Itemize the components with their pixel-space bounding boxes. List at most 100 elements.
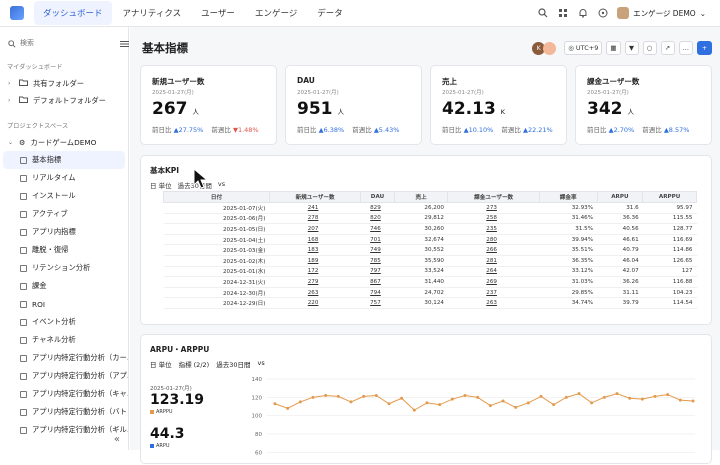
table-cell[interactable]: 867	[360, 276, 395, 288]
table-cell[interactable]: 273	[447, 202, 540, 214]
data-point[interactable]	[552, 403, 556, 407]
account-menu[interactable]: エンゲージ DEMO ⌄	[617, 7, 706, 19]
data-point[interactable]	[412, 408, 416, 412]
data-point[interactable]	[450, 397, 454, 401]
app-logo[interactable]	[10, 6, 24, 20]
data-point[interactable]	[349, 400, 353, 404]
nav-tab-users[interactable]: ユーザー	[192, 1, 244, 25]
data-point[interactable]	[298, 400, 302, 404]
column-header[interactable]: ARPU	[596, 191, 644, 203]
column-header[interactable]: 日付	[163, 191, 270, 203]
table-cell[interactable]: 266	[447, 244, 540, 256]
data-point[interactable]	[514, 405, 518, 409]
help-icon[interactable]	[597, 8, 608, 19]
data-point[interactable]	[564, 395, 568, 399]
table-cell[interactable]: 278	[269, 213, 361, 225]
column-header[interactable]: ARPPU	[642, 191, 697, 203]
sidebar-item[interactable]: イベント分析	[0, 313, 128, 331]
data-point[interactable]	[476, 395, 480, 399]
grid-icon[interactable]	[557, 8, 568, 19]
table-cell[interactable]: 183	[269, 244, 361, 256]
table-cell[interactable]: 172	[269, 266, 361, 278]
data-point[interactable]	[425, 401, 429, 405]
sidebar-item[interactable]: リテンション分析	[0, 259, 128, 277]
refresh-button[interactable]: ○	[642, 41, 657, 55]
filter-settings-icon[interactable]	[120, 33, 129, 52]
sidebar-item[interactable]: アプリ内特定行動分析（アプ…	[0, 367, 128, 385]
table-cell[interactable]: 701	[360, 234, 395, 246]
unit-selector[interactable]: 日 単位	[150, 359, 172, 369]
column-header[interactable]: 課金率	[538, 191, 598, 203]
data-point[interactable]	[374, 394, 378, 397]
table-cell[interactable]: 829	[360, 202, 395, 214]
table-cell[interactable]: 757	[360, 297, 395, 309]
unit-selector[interactable]: 日 単位	[150, 180, 172, 190]
table-cell[interactable]: 258	[447, 213, 540, 225]
add-widget-button[interactable]: +	[697, 41, 712, 55]
data-point[interactable]	[501, 399, 505, 403]
data-point[interactable]	[577, 392, 581, 396]
table-cell[interactable]: 264	[447, 266, 540, 278]
sidebar-item[interactable]: リアルタイム	[0, 169, 128, 187]
search-icon[interactable]	[537, 8, 548, 19]
table-cell[interactable]: 237	[447, 287, 540, 299]
sidebar-item[interactable]: アクティブ	[0, 205, 128, 223]
range-selector[interactable]: 過去30日間	[216, 359, 250, 369]
nav-tab-analytics[interactable]: アナリティクス	[114, 1, 191, 25]
data-point[interactable]	[311, 395, 315, 399]
table-cell[interactable]: 263	[447, 297, 540, 309]
nav-tab-data[interactable]: データ	[308, 1, 352, 25]
table-cell[interactable]: 235	[447, 223, 540, 235]
bell-icon[interactable]	[577, 8, 588, 19]
sidebar-item[interactable]: 離脱・復帰	[0, 241, 128, 259]
sidebar-item[interactable]: アプリ内指標	[0, 223, 128, 241]
sidebar-item[interactable]: インストール	[0, 187, 128, 205]
table-cell[interactable]: 168	[269, 234, 361, 246]
timezone-button[interactable]: ◎ UTC+9	[564, 41, 603, 55]
table-cell[interactable]: 207	[269, 223, 361, 235]
nav-tab-engage[interactable]: エンゲージ	[246, 1, 306, 25]
data-point[interactable]	[488, 404, 492, 408]
table-cell[interactable]: 220	[269, 297, 361, 309]
compare-toggle[interactable]: vs	[218, 180, 225, 190]
data-point[interactable]	[336, 394, 340, 398]
data-point[interactable]	[324, 394, 328, 397]
table-cell[interactable]: 263	[269, 287, 361, 299]
column-header[interactable]: DAU	[360, 191, 395, 203]
sidebar-item[interactable]: アプリ内特定行動分析（バト…	[0, 403, 128, 421]
sidebar-search-input[interactable]	[20, 35, 116, 50]
more-button[interactable]: …	[678, 41, 693, 55]
data-point[interactable]	[666, 393, 670, 397]
metric-selector[interactable]: 指標 (2/2)	[179, 359, 210, 369]
data-point[interactable]	[526, 401, 530, 405]
calendar-button[interactable]: ▦	[606, 41, 621, 55]
folder-default[interactable]: › デフォルトフォルダー	[0, 92, 128, 109]
sidebar-item[interactable]: アプリ内特定行動分析（ギル…	[0, 421, 128, 439]
table-cell[interactable]: 281	[447, 255, 540, 267]
table-cell[interactable]: 749	[360, 244, 395, 256]
data-point[interactable]	[653, 394, 657, 398]
data-point[interactable]	[628, 396, 632, 400]
sidebar-item[interactable]: 課金	[0, 277, 128, 295]
data-point[interactable]	[615, 392, 619, 396]
column-header[interactable]: 新規ユーザー数	[268, 191, 362, 203]
compare-toggle[interactable]: vs	[257, 359, 264, 369]
filter-button[interactable]: ▼	[624, 41, 639, 55]
data-point[interactable]	[691, 399, 695, 403]
data-point[interactable]	[640, 397, 644, 401]
table-cell[interactable]: 269	[447, 276, 540, 288]
table-cell[interactable]: 797	[360, 266, 395, 278]
data-point[interactable]	[539, 394, 543, 398]
table-cell[interactable]: 746	[360, 223, 395, 235]
data-point[interactable]	[590, 401, 594, 405]
table-cell[interactable]: 794	[360, 287, 395, 299]
column-header[interactable]: 売上	[393, 191, 449, 203]
sidebar-item[interactable]: ROI	[0, 295, 128, 313]
data-point[interactable]	[438, 403, 442, 407]
table-cell[interactable]: 820	[360, 213, 395, 225]
table-cell[interactable]: 279	[269, 276, 361, 288]
data-point[interactable]	[387, 402, 391, 406]
column-header[interactable]: 課金ユーザー数	[447, 191, 540, 203]
data-point[interactable]	[286, 406, 290, 410]
table-cell[interactable]: 280	[447, 234, 540, 246]
